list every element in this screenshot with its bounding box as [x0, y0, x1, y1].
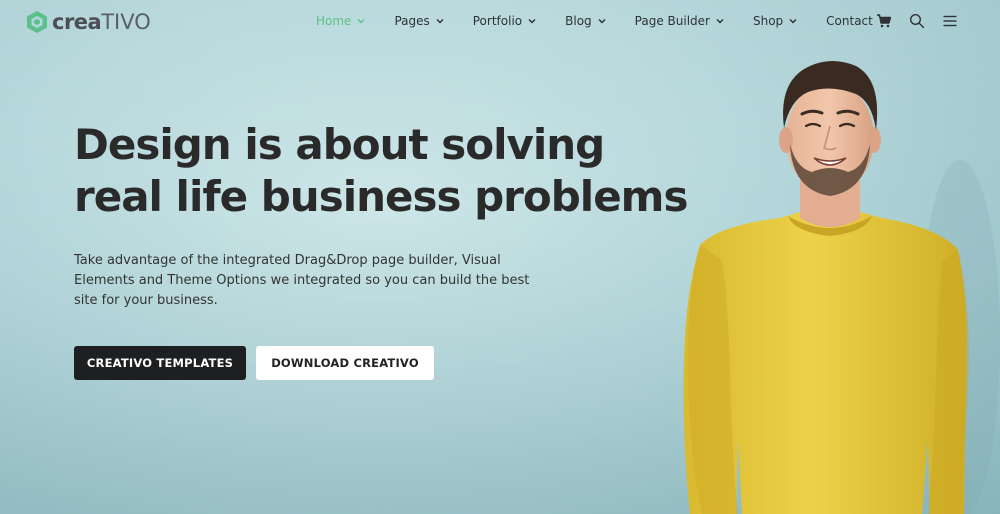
menu-item-label: Blog	[565, 14, 592, 28]
creativo-templates-button[interactable]: CREATIVO TEMPLATES	[74, 346, 246, 380]
menu-item-pages[interactable]: Pages	[394, 14, 444, 28]
hamburger-menu-icon[interactable]	[942, 13, 958, 29]
chevron-down-icon	[436, 18, 444, 24]
menu-item-shop[interactable]: Shop	[753, 14, 797, 28]
chevron-down-icon	[789, 18, 797, 24]
menu-item-label: Home	[316, 14, 352, 28]
menu-item-blog[interactable]: Blog	[565, 14, 606, 28]
chevron-down-icon	[357, 18, 365, 24]
hero-description: Take advantage of the integrated Drag&Dr…	[74, 253, 530, 308]
menu-item-contact[interactable]: Contact	[826, 14, 873, 28]
download-creativo-button[interactable]: DOWNLOAD CREATIVO	[256, 346, 434, 380]
top-navigation: creaTIVO Home Pages Portfolio Blog Page …	[0, 0, 1000, 44]
menu-item-label: Page Builder	[634, 14, 710, 28]
menu-item-label: Portfolio	[472, 14, 523, 28]
menu-item-label: Pages	[394, 14, 430, 28]
hexagon-logo-icon	[27, 11, 47, 33]
chevron-down-icon	[716, 18, 724, 24]
menu-item-portfolio[interactable]: Portfolio	[473, 14, 536, 28]
main-menu: Home Pages Portfolio Blog Page Builder S…	[316, 14, 902, 28]
hero-headline-line-1: Design is about solving	[74, 120, 605, 169]
search-icon[interactable]	[909, 13, 925, 29]
hero-headline-line-2: real life business problems	[74, 172, 688, 221]
hero-person-photo	[683, 61, 1000, 514]
nav-icon-group	[876, 13, 958, 29]
brand-logo[interactable]: creaTIVO	[26, 10, 151, 34]
chevron-down-icon	[598, 18, 606, 24]
hero-headline: Design is about solving real life busine…	[74, 119, 714, 223]
menu-item-home[interactable]: Home	[316, 14, 365, 28]
brand-wordmark: creaTIVO	[52, 10, 151, 34]
chevron-down-icon	[528, 18, 536, 24]
menu-item-label: Shop	[752, 14, 784, 28]
menu-item-page-builder[interactable]: Page Builder	[635, 14, 724, 28]
cart-icon[interactable]	[876, 13, 892, 29]
menu-item-label: Contact	[826, 14, 873, 28]
